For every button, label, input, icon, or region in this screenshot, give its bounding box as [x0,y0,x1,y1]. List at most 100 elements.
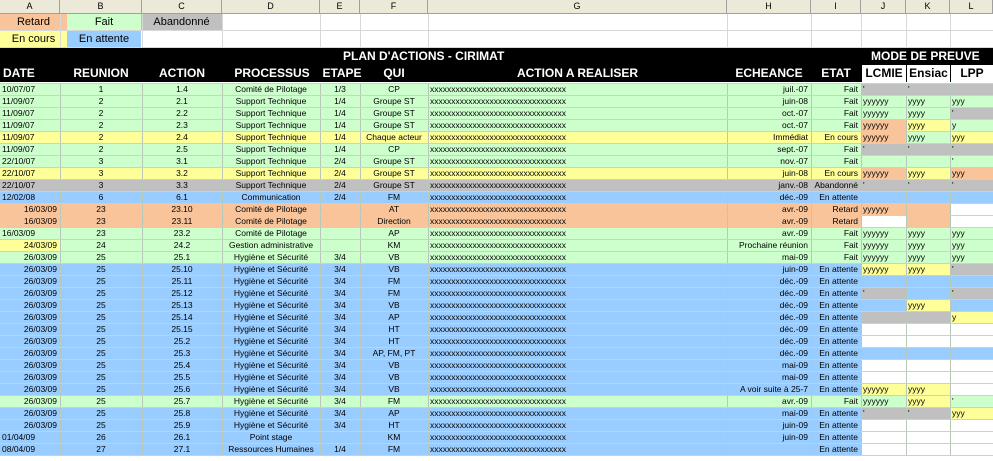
cell-ensiac[interactable]: yyyy [906,107,950,119]
column-letter-k[interactable]: K [906,0,950,13]
cell-date[interactable]: 22/10/07 [0,179,60,191]
cell-lcmie[interactable] [861,155,906,167]
cell-date[interactable]: 16/03/09 [0,227,60,239]
cell-reunion[interactable]: 1 [60,83,142,95]
cell-etat[interactable]: En attente [811,419,861,431]
table-row[interactable]: 26/03/09 25 25.6 Hygiène et Sécurité 3/4 VB xx… [0,383,993,395]
table-row[interactable]: 12/02/08 6 6.1 Communication 2/4 FM xxxxxxxxxx… [0,191,993,203]
cell-etat[interactable]: En cours [811,167,861,179]
table-row[interactable]: 22/10/07 3 3.3 Support Technique 2/4 Groupe S… [0,179,993,191]
legend-en-cours[interactable]: En cours [0,31,67,47]
cell-qui[interactable]: VB [360,359,428,371]
cell-date[interactable]: 26/03/09 [0,311,60,323]
cell-qui[interactable]: AP [360,407,428,419]
header-date[interactable]: DATE [0,65,60,82]
cell-etape[interactable] [320,203,360,215]
cell-processus[interactable]: Comité de Pilotage [222,227,320,239]
cell-date[interactable]: 26/03/09 [0,299,60,311]
table-row[interactable]: 22/10/07 3 3.1 Support Technique 2/4 Groupe S… [0,155,993,167]
cell-etat[interactable]: En attente [811,311,861,323]
cell-lpp[interactable]: ' [950,263,993,275]
cell-etape[interactable] [320,227,360,239]
cell-reunion[interactable]: 25 [60,347,142,359]
cell-processus[interactable]: Hygiène et Sécurité [222,347,320,359]
table-row[interactable]: 16/03/09 23 23.11 Comité de Pilotage Directi… [0,215,993,227]
legend-en-attente[interactable]: En attente [67,31,141,47]
cell-echeance[interactable]: avr.-09 [727,203,811,215]
cell-reunion[interactable]: 25 [60,287,142,299]
cell-processus[interactable]: Support Technique [222,131,320,143]
cell-echeance[interactable]: avr.-09 [727,215,811,227]
cell-lpp[interactable]: ' [950,107,993,119]
cell-etat[interactable]: Fait [811,95,861,107]
cell-reunion[interactable]: 6 [60,191,142,203]
cell-action[interactable]: 2.2 [142,107,222,119]
cell-action-a-realiser[interactable]: xxxxxxxxxxxxxxxxxxxxxxxxxxxxxxxx [428,335,727,347]
cell-echeance[interactable] [727,443,811,455]
cell-action[interactable]: 26.1 [142,431,222,443]
cell-echeance[interactable]: déc.-09 [727,287,811,299]
cell-lcmie[interactable]: yyyyyy [861,167,906,179]
cell-action[interactable]: 25.6 [142,383,222,395]
cell-action[interactable]: 25.14 [142,311,222,323]
cell-ensiac[interactable]: yyyy [906,299,950,311]
cell-etape[interactable]: 3/4 [320,395,360,407]
cell-date[interactable]: 08/04/09 [0,443,60,455]
cell-action-a-realiser[interactable]: xxxxxxxxxxxxxxxxxxxxxxxxxxxxxxxx [428,431,727,443]
cell-lpp[interactable] [950,371,993,383]
cell-processus[interactable]: Hygiène et Sécurité [222,287,320,299]
cell-ensiac[interactable] [906,431,950,443]
cell-etat[interactable]: En attente [811,431,861,443]
cell-etat[interactable]: En attente [811,407,861,419]
cell-ensiac[interactable]: ' [906,83,950,95]
cell-echeance[interactable]: déc.-09 [727,191,811,203]
column-letter-d[interactable]: D [222,0,320,13]
cell-ensiac[interactable] [906,275,950,287]
cell-etat[interactable]: Fait [811,239,861,251]
header-ensiac[interactable]: Ensiac [906,65,950,82]
cell-lpp[interactable]: yyy [950,239,993,251]
cell-date[interactable]: 26/03/09 [0,335,60,347]
cell-ensiac[interactable]: ' [906,179,950,191]
cell-processus[interactable]: Hygiène et Sécurité [222,311,320,323]
cell-reunion[interactable]: 25 [60,299,142,311]
cell-lcmie[interactable]: yyyyyy [861,203,906,215]
cell-action[interactable]: 2.5 [142,143,222,155]
table-row[interactable]: 26/03/09 25 25.9 Hygiène et Sécurité 3/4 HT xx… [0,419,993,431]
header-etat[interactable]: ETAT [811,65,861,82]
cell-etat[interactable]: Fait [811,83,861,95]
cell-lpp[interactable] [950,299,993,311]
cell-etape[interactable]: 1/4 [320,143,360,155]
cell-date[interactable]: 26/03/09 [0,251,60,263]
cell-etape[interactable]: 1/4 [320,107,360,119]
cell-reunion[interactable]: 25 [60,419,142,431]
cell-lpp[interactable] [950,275,993,287]
cell-action[interactable]: 23.10 [142,203,222,215]
cell-processus[interactable]: Hygiène et Sécurité [222,407,320,419]
cell-ensiac[interactable] [906,443,950,455]
cell-qui[interactable]: Groupe ST [360,167,428,179]
cell-lcmie[interactable]: ' [861,287,906,299]
cell-date[interactable]: 11/09/07 [0,131,60,143]
cell-echeance[interactable]: avr.-09 [727,227,811,239]
cell-ensiac[interactable]: yyyy [906,227,950,239]
cell-action-a-realiser[interactable]: xxxxxxxxxxxxxxxxxxxxxxxxxxxxxxxx [428,371,727,383]
cell-lcmie[interactable] [861,299,906,311]
cell-etat[interactable]: En attente [811,335,861,347]
cell-processus[interactable]: Hygiène et Sécurité [222,335,320,347]
cell-echeance[interactable]: juin-08 [727,95,811,107]
table-row[interactable]: 26/03/09 25 25.10 Hygiène et Sécurité 3/4 VB x… [0,263,993,275]
cell-ensiac[interactable] [906,419,950,431]
cell-ensiac[interactable]: yyyy [906,119,950,131]
cell-action-a-realiser[interactable]: xxxxxxxxxxxxxxxxxxxxxxxxxxxxxxxx [428,263,727,275]
cell-action[interactable]: 25.12 [142,287,222,299]
cell-action[interactable]: 27.1 [142,443,222,455]
cell-etape[interactable]: 1/4 [320,119,360,131]
cell-processus[interactable]: Hygiène et Sécurité [222,395,320,407]
table-row[interactable]: 26/03/09 25 25.11 Hygiène et Sécurité 3/4 FM x… [0,275,993,287]
column-letter-j[interactable]: J [861,0,906,13]
cell-qui[interactable]: KM [360,239,428,251]
cell-ensiac[interactable] [906,155,950,167]
header-processus[interactable]: PROCESSUS [222,65,322,82]
cell-echeance[interactable]: sept.-07 [727,143,811,155]
